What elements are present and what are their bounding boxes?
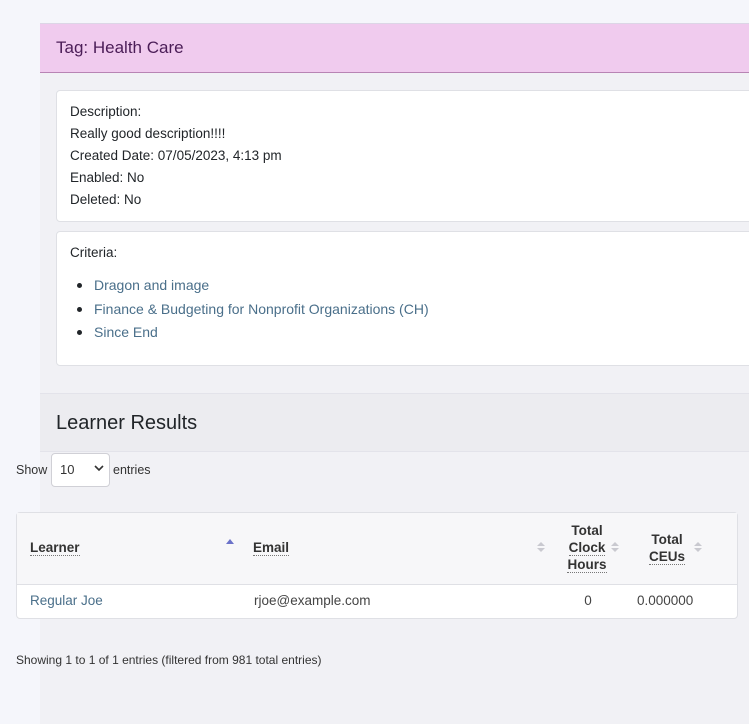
show-label: Show	[16, 463, 48, 477]
criteria-label: Criteria:	[70, 245, 118, 260]
list-item: Since End	[70, 323, 429, 347]
tag-details-card: Description: Really good description!!!!…	[56, 90, 749, 222]
tag-header: Tag: Health Care	[40, 24, 749, 73]
sort-asc-icon[interactable]	[226, 538, 234, 550]
criteria-link[interactable]: Dragon and image	[94, 277, 209, 293]
column-header-ceus[interactable]: Total CEUs	[645, 531, 689, 565]
clock-hours-cell: 0	[584, 593, 592, 608]
criteria-list: Dragon and image Finance & Budgeting for…	[70, 276, 429, 347]
email-cell: rjoe@example.com	[254, 593, 371, 608]
criteria-card: Criteria: Dragon and image Finance & Bud…	[56, 231, 749, 366]
page-title: Tag: Health Care	[56, 38, 184, 57]
criteria-link[interactable]: Since End	[94, 324, 158, 340]
table-row: Regular Joe	[30, 593, 103, 608]
description-label: Description:	[70, 104, 142, 119]
list-item: Dragon and image	[70, 276, 429, 300]
results-header: Learner Results	[40, 393, 749, 452]
column-header-clock-hours[interactable]: Total Clock Hours	[565, 522, 609, 573]
created-date: Created Date: 07/05/2023, 4:13 pm	[70, 148, 282, 163]
page-size-select[interactable]: 10	[51, 453, 110, 487]
ceus-cell: 0.000000	[637, 593, 694, 608]
chevron-down-icon	[94, 465, 104, 472]
table-info: Showing 1 to 1 of 1 entries (filtered fr…	[16, 653, 322, 667]
entries-label: entries	[113, 463, 151, 477]
sort-both-icon[interactable]	[694, 541, 702, 553]
list-item: Finance & Budgeting for Nonprofit Organi…	[70, 300, 429, 324]
column-header-email[interactable]: Email	[253, 540, 290, 556]
learner-results-table: Learner Email Total Clock Hours Total CE…	[16, 512, 738, 619]
description-text: Really good description!!!!	[70, 126, 226, 141]
table-header: Learner Email Total Clock Hours Total CE…	[17, 513, 737, 585]
sort-both-icon[interactable]	[611, 541, 619, 553]
enabled-status: Enabled: No	[70, 170, 145, 185]
criteria-link[interactable]: Finance & Budgeting for Nonprofit Organi…	[94, 301, 429, 317]
page-size-value: 10	[60, 462, 75, 477]
learner-link[interactable]: Regular Joe	[30, 593, 103, 608]
sort-both-icon[interactable]	[537, 541, 545, 553]
column-header-learner[interactable]: Learner	[30, 540, 80, 556]
deleted-status: Deleted: No	[70, 192, 142, 207]
results-title: Learner Results	[56, 412, 198, 434]
